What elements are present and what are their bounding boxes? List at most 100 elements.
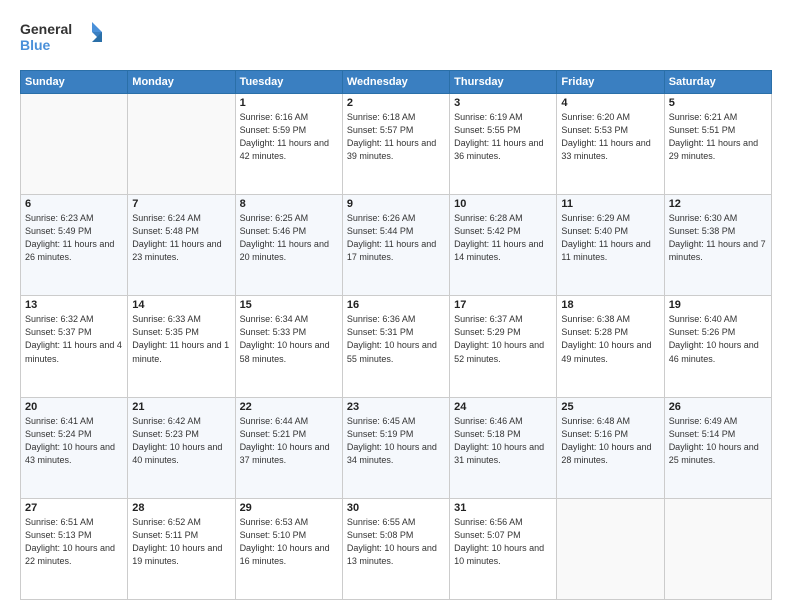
day-of-week-header: Sunday [21, 71, 128, 94]
calendar-cell: 30Sunrise: 6:55 AMSunset: 5:08 PMDayligh… [342, 498, 449, 599]
day-info: Sunrise: 6:42 AMSunset: 5:23 PMDaylight:… [132, 415, 230, 467]
calendar-cell: 26 Sunrise: 6:49 AMSunset: 5:14 PMDayligh… [664, 397, 771, 498]
day-number: 7 [132, 198, 230, 210]
day-info: Sunrise: 6:19 AMSunset: 5:55 PMDaylight:… [454, 111, 552, 163]
day-number: 25 [561, 401, 659, 413]
calendar-cell: 17Sunrise: 6:37 AMSunset: 5:29 PMDayligh… [450, 296, 557, 397]
day-of-week-header: Friday [557, 71, 664, 94]
calendar-week-row: 13 Sunrise: 6:32 AMSunset: 5:37 PMDayligh… [21, 296, 772, 397]
day-of-week-header: Tuesday [235, 71, 342, 94]
day-info: Sunrise: 6:51 AMSunset: 5:13 PMDaylight:… [25, 516, 123, 568]
day-info: Sunrise: 6:52 AMSunset: 5:11 PMDaylight:… [132, 516, 230, 568]
page: General Blue SundayMondayTuesdayWednesda… [0, 0, 792, 612]
day-info: Sunrise: 6:16 AMSunset: 5:59 PMDaylight:… [240, 111, 338, 163]
calendar-cell: 8 Sunrise: 6:25 AMSunset: 5:46 PMDaylight… [235, 195, 342, 296]
calendar-week-row: 6Sunrise: 6:23 AMSunset: 5:49 PMDaylight… [21, 195, 772, 296]
day-info: Sunrise: 6:41 AMSunset: 5:24 PMDaylight:… [25, 415, 123, 467]
calendar-cell: 12 Sunrise: 6:30 AMSunset: 5:38 PMDayligh… [664, 195, 771, 296]
calendar-week-row: 27 Sunrise: 6:51 AMSunset: 5:13 PMDayligh… [21, 498, 772, 599]
day-number: 26 [669, 401, 767, 413]
calendar-cell: 13 Sunrise: 6:32 AMSunset: 5:37 PMDayligh… [21, 296, 128, 397]
day-number: 11 [561, 198, 659, 210]
day-number: 23 [347, 401, 445, 413]
calendar-cell: 6Sunrise: 6:23 AMSunset: 5:49 PMDaylight… [21, 195, 128, 296]
calendar-cell: 15 Sunrise: 6:34 AMSunset: 5:33 PMDayligh… [235, 296, 342, 397]
calendar-cell: 7 Sunrise: 6:24 AMSunset: 5:48 PMDaylight… [128, 195, 235, 296]
day-number: 1 [240, 97, 338, 109]
calendar-cell: 31Sunrise: 6:56 AMSunset: 5:07 PMDayligh… [450, 498, 557, 599]
day-number: 29 [240, 502, 338, 514]
day-info: Sunrise: 6:49 AMSunset: 5:14 PMDaylight:… [669, 415, 767, 467]
svg-text:Blue: Blue [20, 37, 51, 53]
day-number: 20 [25, 401, 123, 413]
day-number: 31 [454, 502, 552, 514]
calendar-cell: 19 Sunrise: 6:40 AMSunset: 5:26 PMDayligh… [664, 296, 771, 397]
calendar-cell: 25 Sunrise: 6:48 AMSunset: 5:16 PMDayligh… [557, 397, 664, 498]
svg-text:General: General [20, 21, 72, 37]
day-number: 13 [25, 299, 123, 311]
day-number: 30 [347, 502, 445, 514]
day-info: Sunrise: 6:28 AMSunset: 5:42 PMDaylight:… [454, 212, 552, 264]
day-info: Sunrise: 6:45 AMSunset: 5:19 PMDaylight:… [347, 415, 445, 467]
day-info: Sunrise: 6:40 AMSunset: 5:26 PMDaylight:… [669, 313, 767, 365]
day-number: 5 [669, 97, 767, 109]
day-info: Sunrise: 6:32 AMSunset: 5:37 PMDaylight:… [25, 313, 123, 365]
calendar-cell: 20 Sunrise: 6:41 AMSunset: 5:24 PMDayligh… [21, 397, 128, 498]
day-number: 12 [669, 198, 767, 210]
logo: General Blue [20, 18, 110, 60]
calendar-cell: 24Sunrise: 6:46 AMSunset: 5:18 PMDayligh… [450, 397, 557, 498]
calendar-cell: 23 Sunrise: 6:45 AMSunset: 5:19 PMDayligh… [342, 397, 449, 498]
day-number: 27 [25, 502, 123, 514]
day-info: Sunrise: 6:34 AMSunset: 5:33 PMDaylight:… [240, 313, 338, 365]
calendar-table: SundayMondayTuesdayWednesdayThursdayFrid… [20, 70, 772, 600]
calendar-cell: 10 Sunrise: 6:28 AMSunset: 5:42 PMDayligh… [450, 195, 557, 296]
day-info: Sunrise: 6:29 AMSunset: 5:40 PMDaylight:… [561, 212, 659, 264]
day-info: Sunrise: 6:53 AMSunset: 5:10 PMDaylight:… [240, 516, 338, 568]
calendar-header-row: SundayMondayTuesdayWednesdayThursdayFrid… [21, 71, 772, 94]
calendar-cell: 1 Sunrise: 6:16 AMSunset: 5:59 PMDaylight… [235, 94, 342, 195]
header: General Blue [20, 18, 772, 60]
calendar-cell: 3Sunrise: 6:19 AMSunset: 5:55 PMDaylight… [450, 94, 557, 195]
day-info: Sunrise: 6:46 AMSunset: 5:18 PMDaylight:… [454, 415, 552, 467]
calendar-cell: 21 Sunrise: 6:42 AMSunset: 5:23 PMDayligh… [128, 397, 235, 498]
day-of-week-header: Wednesday [342, 71, 449, 94]
calendar-cell: 16 Sunrise: 6:36 AMSunset: 5:31 PMDayligh… [342, 296, 449, 397]
day-info: Sunrise: 6:25 AMSunset: 5:46 PMDaylight:… [240, 212, 338, 264]
day-number: 8 [240, 198, 338, 210]
day-number: 15 [240, 299, 338, 311]
day-number: 4 [561, 97, 659, 109]
day-number: 14 [132, 299, 230, 311]
day-number: 10 [454, 198, 552, 210]
day-number: 6 [25, 198, 123, 210]
calendar-cell: 5Sunrise: 6:21 AMSunset: 5:51 PMDaylight… [664, 94, 771, 195]
logo-svg: General Blue [20, 18, 110, 60]
day-number: 16 [347, 299, 445, 311]
calendar-cell: 9 Sunrise: 6:26 AMSunset: 5:44 PMDaylight… [342, 195, 449, 296]
day-number: 9 [347, 198, 445, 210]
calendar-cell: 29 Sunrise: 6:53 AMSunset: 5:10 PMDayligh… [235, 498, 342, 599]
day-of-week-header: Thursday [450, 71, 557, 94]
day-info: Sunrise: 6:18 AMSunset: 5:57 PMDaylight:… [347, 111, 445, 163]
calendar-cell: 2Sunrise: 6:18 AMSunset: 5:57 PMDaylight… [342, 94, 449, 195]
calendar-week-row: 20 Sunrise: 6:41 AMSunset: 5:24 PMDayligh… [21, 397, 772, 498]
day-number: 19 [669, 299, 767, 311]
day-number: 22 [240, 401, 338, 413]
day-of-week-header: Monday [128, 71, 235, 94]
day-info: Sunrise: 6:24 AMSunset: 5:48 PMDaylight:… [132, 212, 230, 264]
calendar-cell: 27 Sunrise: 6:51 AMSunset: 5:13 PMDayligh… [21, 498, 128, 599]
calendar-cell: 28 Sunrise: 6:52 AMSunset: 5:11 PMDayligh… [128, 498, 235, 599]
day-info: Sunrise: 6:44 AMSunset: 5:21 PMDaylight:… [240, 415, 338, 467]
calendar-cell [21, 94, 128, 195]
calendar-cell: 4Sunrise: 6:20 AMSunset: 5:53 PMDaylight… [557, 94, 664, 195]
calendar-cell: 14Sunrise: 6:33 AMSunset: 5:35 PMDayligh… [128, 296, 235, 397]
day-info: Sunrise: 6:37 AMSunset: 5:29 PMDaylight:… [454, 313, 552, 365]
day-info: Sunrise: 6:26 AMSunset: 5:44 PMDaylight:… [347, 212, 445, 264]
day-info: Sunrise: 6:36 AMSunset: 5:31 PMDaylight:… [347, 313, 445, 365]
day-number: 21 [132, 401, 230, 413]
day-number: 18 [561, 299, 659, 311]
day-of-week-header: Saturday [664, 71, 771, 94]
day-number: 28 [132, 502, 230, 514]
calendar-cell: 22 Sunrise: 6:44 AMSunset: 5:21 PMDayligh… [235, 397, 342, 498]
day-info: Sunrise: 6:30 AMSunset: 5:38 PMDaylight:… [669, 212, 767, 264]
day-info: Sunrise: 6:48 AMSunset: 5:16 PMDaylight:… [561, 415, 659, 467]
